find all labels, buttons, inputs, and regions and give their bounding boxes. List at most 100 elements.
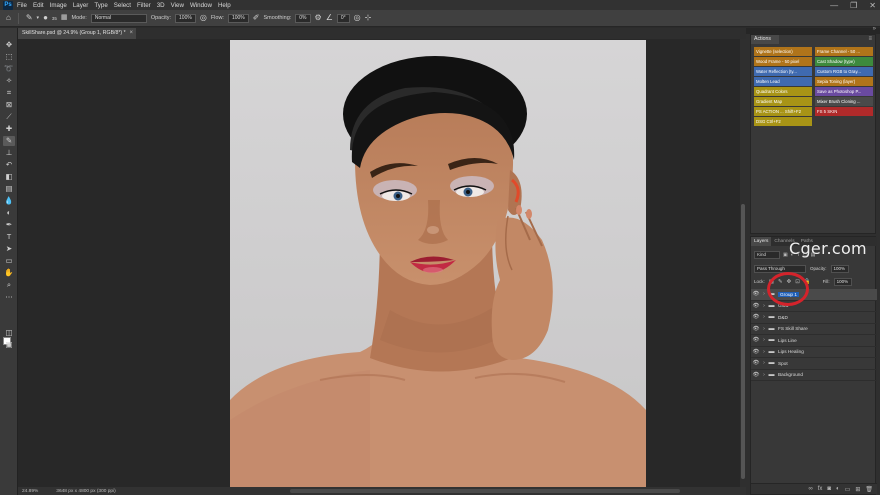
action-button[interactable]: Save as Photoshop P... [815, 87, 873, 96]
new-layer-icon[interactable]: ⊞ [855, 486, 860, 493]
type-filter-icon[interactable]: T [797, 252, 800, 258]
vertical-scroll-thumb[interactable] [741, 204, 745, 479]
menu-view[interactable]: View [171, 2, 184, 9]
brush-tool-icon[interactable]: ✎ [3, 136, 15, 146]
action-button[interactable]: DSG Ctrl+F2 [754, 117, 812, 126]
close-tab-icon[interactable]: × [129, 28, 133, 39]
frame-tool-icon[interactable]: ⊠ [3, 100, 15, 110]
flow-field[interactable]: 100% [227, 13, 249, 23]
move-tool-icon[interactable]: ✥ [3, 40, 15, 50]
canvas-area[interactable] [18, 39, 740, 487]
layer-kind-filter[interactable]: Kind [754, 250, 780, 259]
shape-tool-icon[interactable]: ▭ [3, 256, 15, 266]
layer-row[interactable]: 👁 › ▬ Background [751, 370, 877, 381]
menu-window[interactable]: Window [190, 2, 212, 9]
action-button[interactable]: PS ACTION ... Shift+F2 [754, 107, 812, 116]
layer-row[interactable]: 👁 › ▬ FS Skill Share [751, 324, 877, 335]
add-mask-icon[interactable]: ◙ [827, 486, 831, 492]
chevron-down-icon[interactable]: ▾ [37, 14, 40, 22]
eyedropper-tool-icon[interactable]: ⟋ [3, 112, 15, 122]
action-button[interactable]: Custom RGB to Gray... [815, 67, 873, 76]
action-button[interactable]: Wood Frame - 50 pixel [754, 57, 812, 66]
magic-wand-tool-icon[interactable]: ✧ [3, 76, 15, 86]
layer-row[interactable]: 👁 › ▬ Glow [751, 301, 877, 312]
pen-tool-icon[interactable]: ✒ [3, 220, 15, 230]
brush-tool-icon[interactable]: ✎ [26, 14, 33, 22]
angle-field[interactable]: 0° [336, 13, 350, 23]
brush-preset-icon[interactable]: ● [43, 14, 48, 22]
action-button[interactable]: Water Reflection (ty... [754, 67, 812, 76]
action-button[interactable]: Gradient Map [754, 97, 812, 106]
lasso-tool-icon[interactable]: ➰ [3, 64, 15, 74]
path-selection-tool-icon[interactable]: ➤ [3, 244, 15, 254]
layer-style-icon[interactable]: fx [818, 486, 823, 492]
hand-tool-icon[interactable]: ✋ [3, 268, 15, 278]
healing-brush-tool-icon[interactable]: ✚ [3, 124, 15, 134]
collapse-panels-icon[interactable]: » [873, 26, 876, 32]
visibility-eye-icon[interactable]: 👁 [751, 372, 761, 378]
eraser-tool-icon[interactable]: ◧ [3, 172, 15, 182]
adjustment-filter-icon[interactable]: ◐ [791, 252, 794, 258]
panel-menu-icon[interactable]: ≡ [868, 35, 872, 44]
menu-help[interactable]: Help [218, 2, 231, 9]
action-button[interactable]: Mixer Brush Cloning ... [815, 97, 873, 106]
crop-tool-icon[interactable]: ⌗ [3, 88, 15, 98]
menu-edit[interactable]: Edit [33, 2, 44, 9]
blend-mode-select[interactable]: Pass Through [754, 264, 806, 273]
history-brush-tool-icon[interactable]: ↶ [3, 160, 15, 170]
type-tool-icon[interactable]: T [3, 232, 15, 242]
menu-type[interactable]: Type [94, 2, 107, 9]
action-button[interactable]: Sepia Toning (layer) [815, 77, 873, 86]
smoothing-options-gear-icon[interactable]: ⚙ [315, 14, 322, 22]
action-button[interactable]: Molten Lead [754, 77, 812, 86]
home-icon[interactable]: ⌂ [6, 14, 11, 22]
shape-filter-icon[interactable]: ▭ [803, 252, 808, 258]
close-window-button[interactable]: ✕ [869, 1, 876, 10]
marquee-tool-icon[interactable]: ⬚ [3, 52, 15, 62]
layer-row[interactable]: 👁 › ▬ Spot [751, 358, 877, 370]
visibility-eye-icon[interactable]: 👁 [751, 326, 761, 332]
visibility-eye-icon[interactable]: 👁 [751, 303, 761, 309]
mode-select[interactable]: Normal [90, 13, 147, 23]
quick-mask-icon[interactable]: ◫ [3, 328, 15, 338]
visibility-eye-icon[interactable]: 👁 [751, 314, 761, 320]
layer-opacity-field[interactable]: 100% [830, 264, 849, 273]
layer-row[interactable]: 👁 › ▬ Lips Line [751, 335, 877, 347]
action-button[interactable]: Frame Channel - 50 ... [815, 47, 873, 56]
blur-tool-icon[interactable]: 💧 [3, 196, 15, 206]
layer-row[interactable]: 👁 › ▬ D&D [751, 312, 877, 324]
menu-3d[interactable]: 3D [157, 2, 165, 9]
adjustment-layer-icon[interactable]: ◐ [836, 486, 840, 492]
action-button[interactable]: FS 5 SKIN [815, 107, 873, 116]
clone-stamp-tool-icon[interactable]: ⊥ [3, 148, 15, 158]
minimize-button[interactable]: — [830, 1, 838, 10]
opacity-field[interactable]: 100% [175, 13, 196, 23]
pressure-size-icon[interactable]: ◎ [354, 14, 361, 22]
fill-field[interactable]: 100% [833, 277, 852, 286]
visibility-eye-icon[interactable]: 👁 [751, 360, 761, 366]
action-button[interactable]: Vignette (selection) [754, 47, 812, 56]
new-group-icon[interactable]: ▭ [845, 486, 851, 493]
zoom-tool-icon[interactable]: ⌕ [3, 280, 15, 290]
visibility-eye-icon[interactable]: 👁 [751, 349, 761, 355]
dodge-tool-icon[interactable]: ◐ [3, 208, 15, 218]
layer-row[interactable]: 👁 › ▬ Lips Healing [751, 347, 877, 358]
maximize-button[interactable]: ❐ [850, 1, 857, 10]
visibility-eye-icon[interactable]: 👁 [751, 291, 761, 297]
portrait-photo[interactable] [230, 40, 646, 487]
tab-layers[interactable]: Layers [751, 237, 772, 246]
symmetry-icon[interactable]: ⊹ [365, 14, 372, 22]
document-tab[interactable]: SkillShare.psd @ 24.9% (Group 1, RGB/8*)… [18, 28, 136, 39]
action-button[interactable]: Cast Shadow (type) [815, 57, 873, 66]
gradient-tool-icon[interactable]: ▤ [3, 184, 15, 194]
link-layers-icon[interactable]: ∞ [808, 486, 812, 492]
screen-mode-icon[interactable]: ▣ [3, 340, 15, 350]
smart-object-filter-icon[interactable]: ▤ [811, 252, 816, 258]
menu-layer[interactable]: Layer [73, 2, 88, 9]
menu-image[interactable]: Image [50, 2, 67, 9]
pixel-filter-icon[interactable]: ▣ [783, 252, 788, 258]
airbrush-icon[interactable]: ✐ [253, 14, 260, 22]
zoom-level[interactable]: 24.89% [22, 489, 38, 494]
visibility-eye-icon[interactable]: 👁 [751, 337, 761, 343]
delete-layer-icon[interactable]: 🗑 [865, 486, 873, 493]
